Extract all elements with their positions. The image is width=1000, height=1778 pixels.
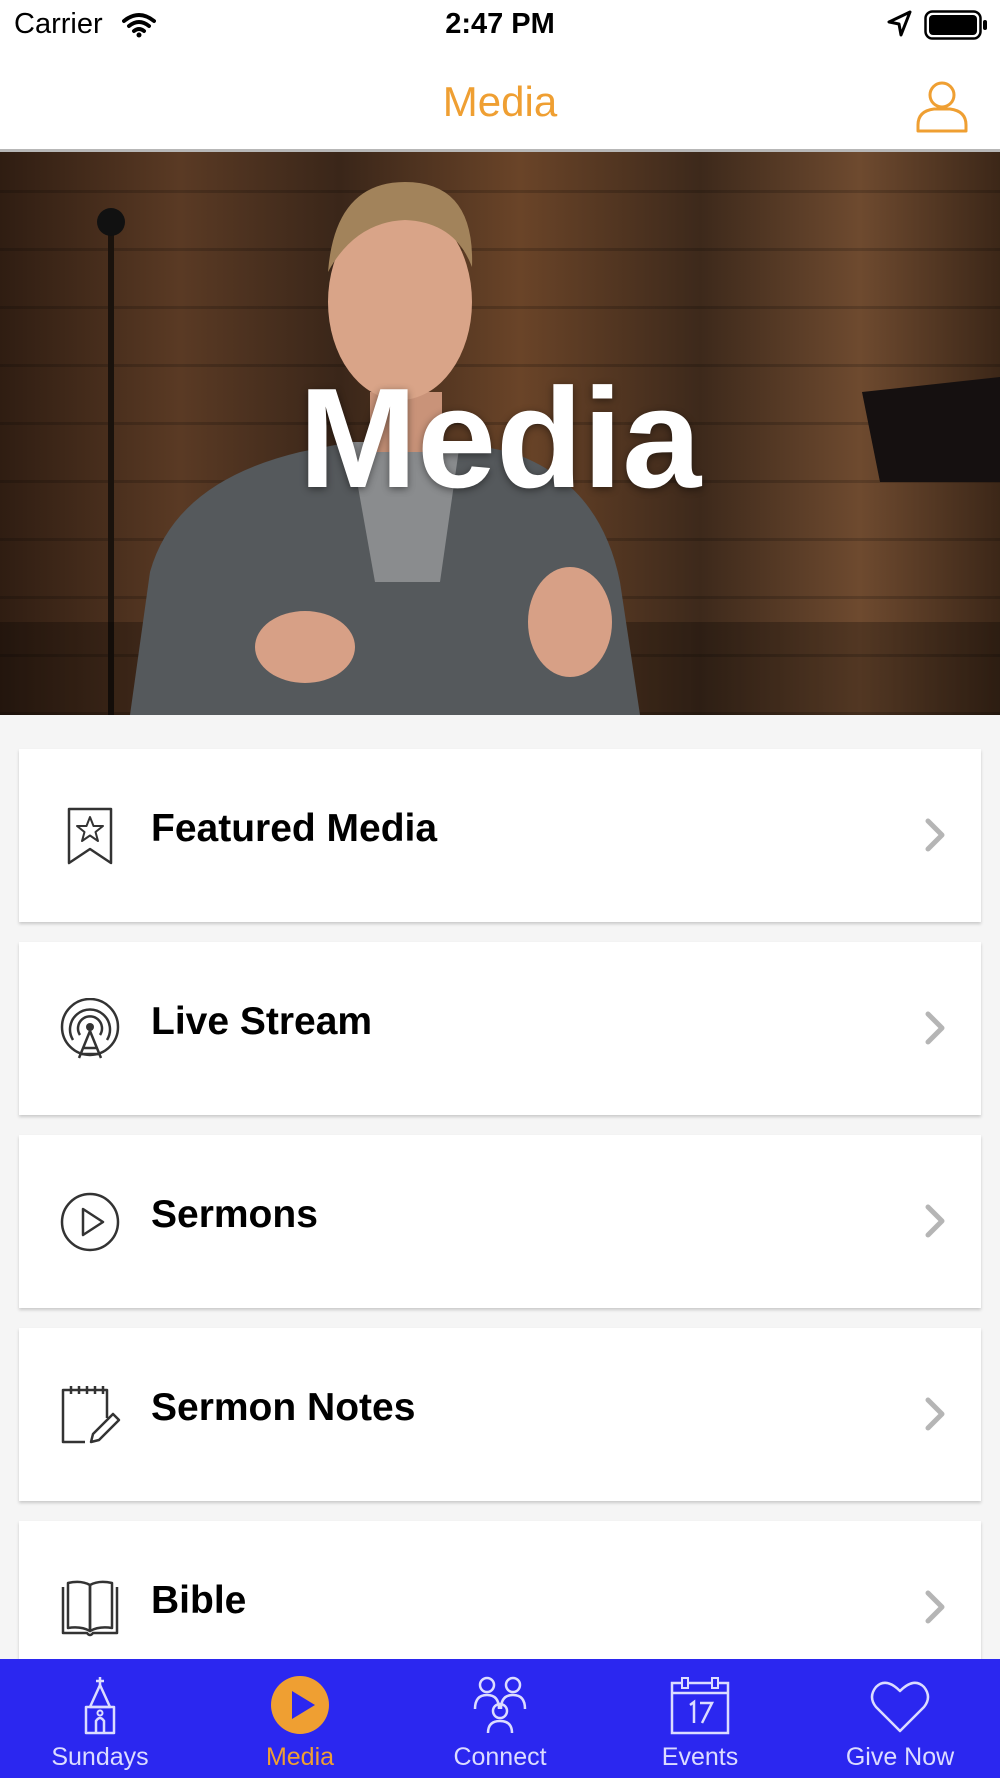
play-icon [271, 1676, 329, 1734]
menu-item-featured-media[interactable]: Featured Media [19, 749, 981, 922]
menu-item-label: Sermons [151, 1193, 318, 1236]
notes-pencil-icon [61, 1386, 121, 1444]
nav-bar: Media [0, 50, 1000, 152]
tab-label: Give Now [845, 1743, 955, 1771]
profile-icon[interactable] [914, 78, 970, 134]
battery-icon [924, 10, 987, 40]
tab-media[interactable]: Media [200, 1659, 400, 1778]
menu-item-live-stream[interactable]: Live Stream [19, 942, 981, 1115]
menu-item-label: Featured Media [151, 807, 438, 850]
tab-label: Connect [453, 1743, 547, 1771]
chevron-right-icon [925, 1011, 945, 1045]
broadcast-tower-icon [60, 998, 120, 1059]
heart-icon [870, 1681, 930, 1733]
page-title: Media [442, 78, 558, 125]
bookmark-star-icon [67, 807, 113, 865]
menu-item-label: Live Stream [151, 1000, 373, 1043]
tab-sundays[interactable]: Sundays [0, 1659, 200, 1778]
menu-item-sermons[interactable]: Sermons [19, 1135, 981, 1308]
chevron-right-icon [925, 818, 945, 852]
tab-give-now[interactable]: Give Now [800, 1659, 1000, 1778]
location-arrow-icon [887, 10, 912, 37]
tab-connect[interactable]: Connect [400, 1659, 600, 1778]
tab-bar: Sundays Media Connect Events Give Now [0, 1659, 1000, 1778]
hero-title: Media [298, 359, 702, 518]
menu-item-label: Bible [151, 1579, 247, 1622]
church-icon [84, 1677, 116, 1735]
tab-label: Events [661, 1743, 739, 1771]
people-group-icon [473, 1676, 527, 1734]
tab-label: Sundays [51, 1743, 149, 1771]
open-book-icon [61, 1580, 119, 1637]
chevron-right-icon [925, 1204, 945, 1238]
tab-label: Media [265, 1743, 335, 1771]
menu-item-label: Sermon Notes [151, 1386, 416, 1429]
hero-banner: Media [0, 152, 1000, 715]
chevron-right-icon [925, 1397, 945, 1431]
clock: 2:47 PM [445, 8, 555, 40]
play-circle-icon [60, 1192, 120, 1252]
tab-events[interactable]: Events [600, 1659, 800, 1778]
chevron-right-icon [925, 1590, 945, 1624]
menu-item-sermon-notes[interactable]: Sermon Notes [19, 1328, 981, 1501]
calendar-17-icon [670, 1677, 730, 1735]
status-bar: Carrier 2:47 PM [0, 0, 1000, 50]
